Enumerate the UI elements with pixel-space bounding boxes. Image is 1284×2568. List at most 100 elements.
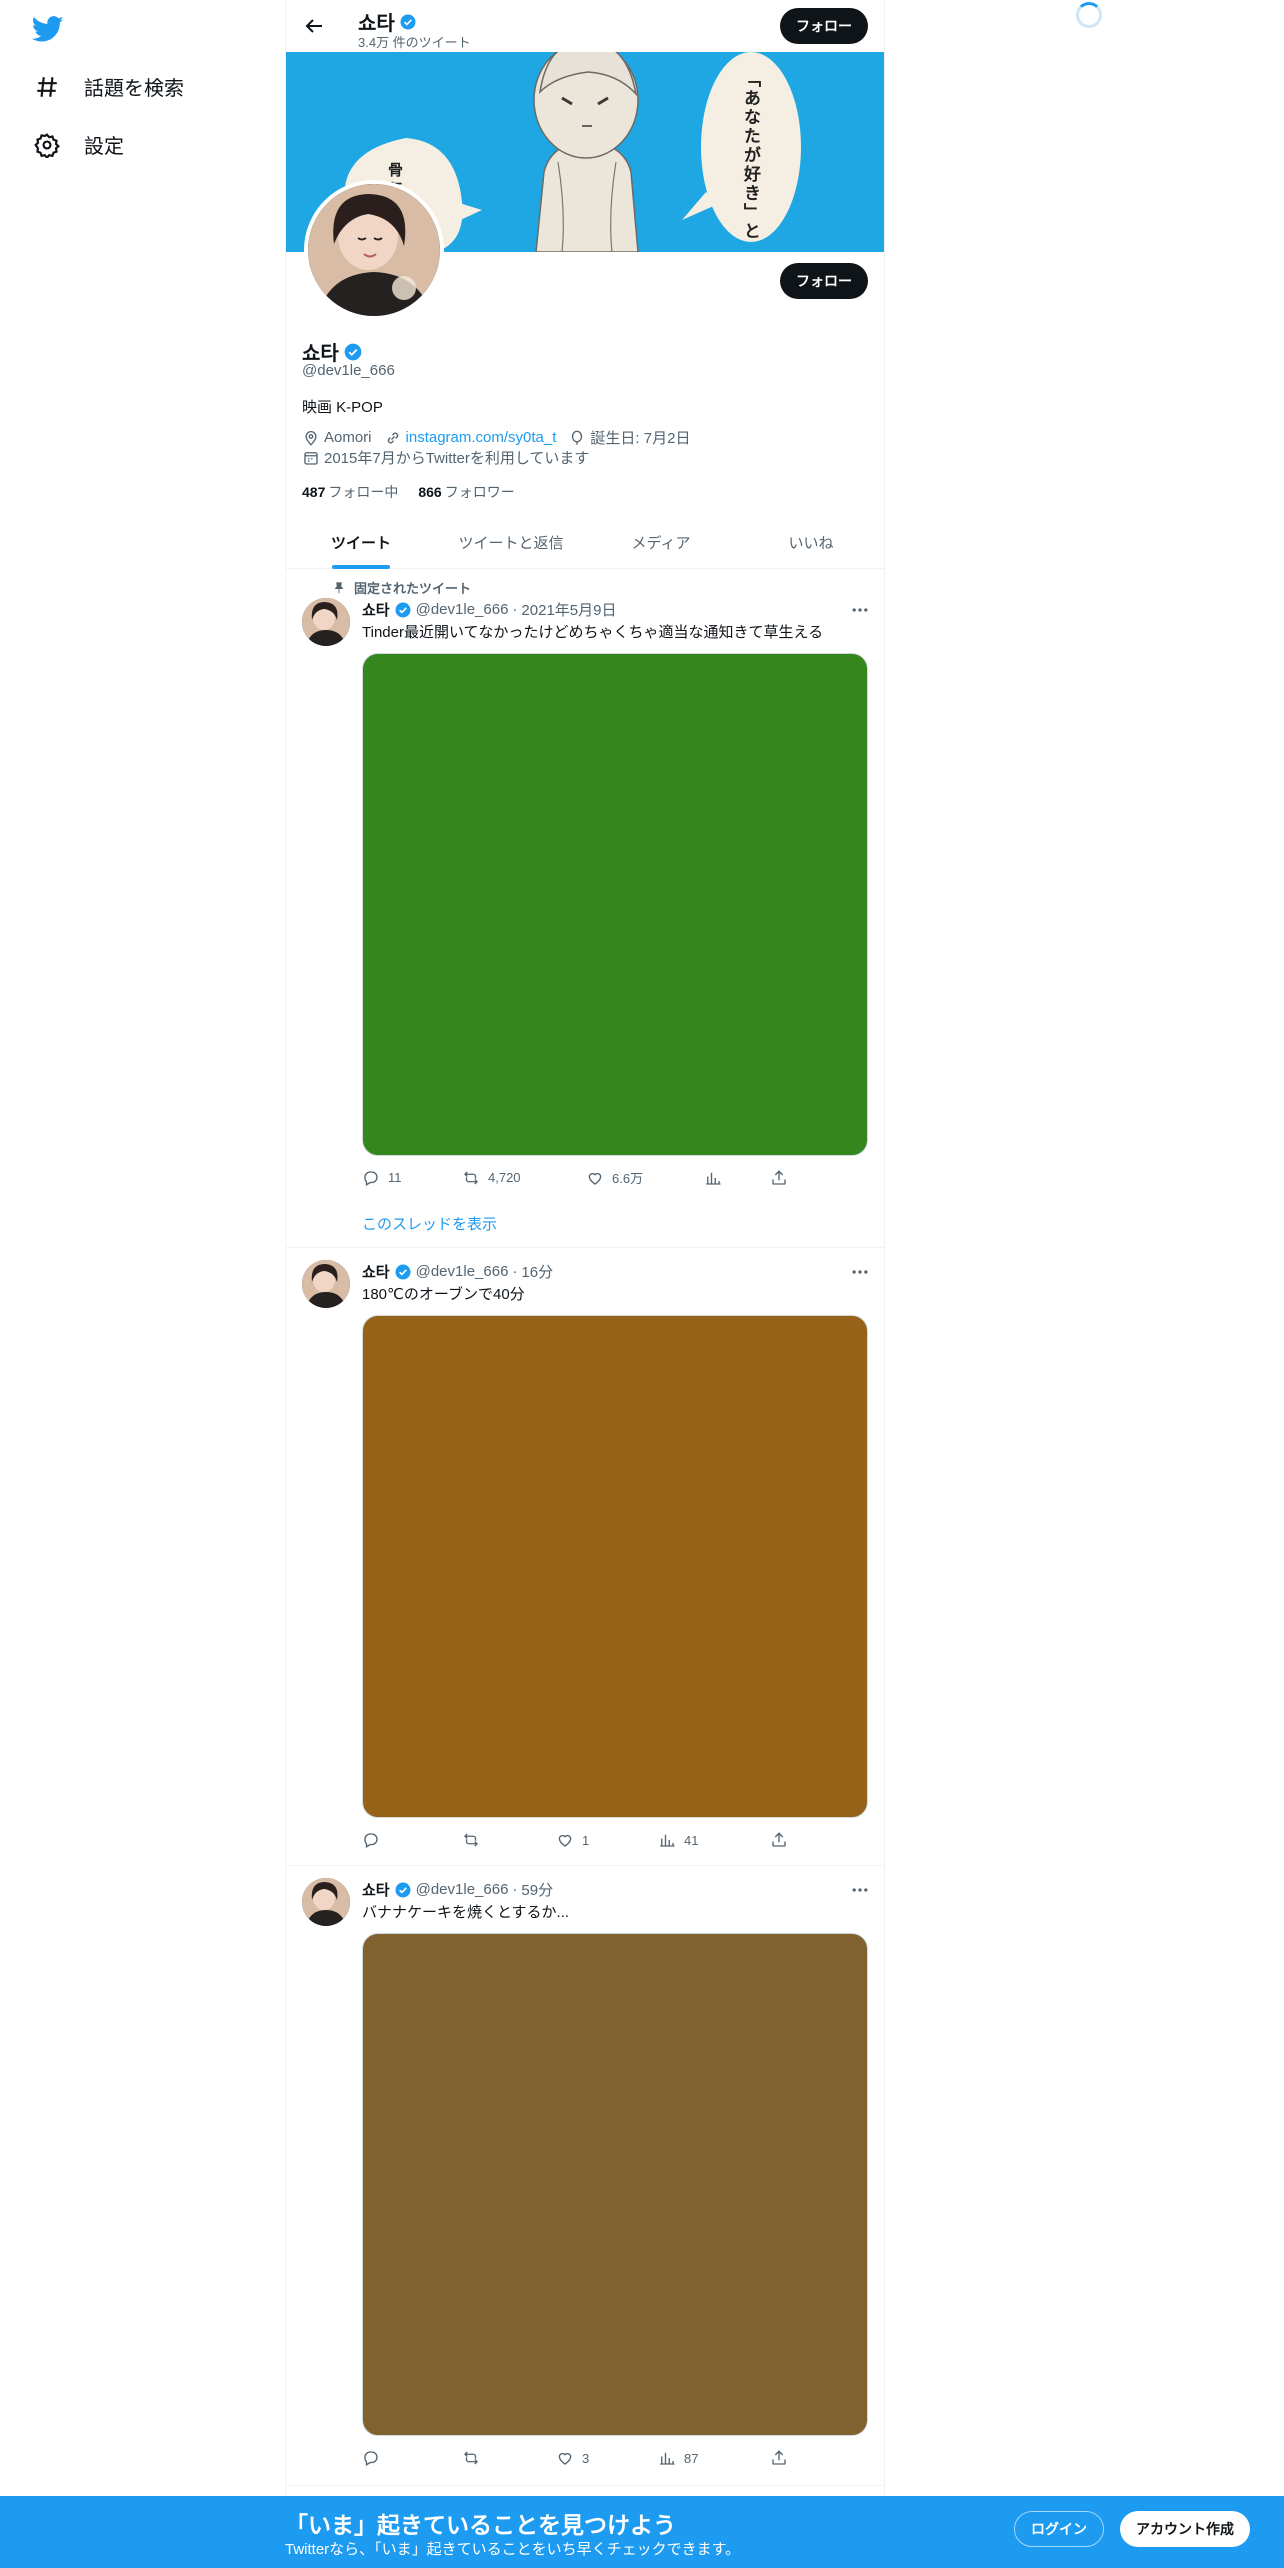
verified-badge-icon bbox=[344, 343, 362, 360]
nav-settings[interactable]: 設定 bbox=[34, 130, 124, 159]
tweet-text: バナナケーキを焼くとするか... bbox=[362, 1904, 570, 1921]
signup-banner: 「いま」起きていることを見つけよう Twitterなら、「いま」起きていることを… bbox=[0, 2496, 1284, 2568]
avatar-photo bbox=[302, 598, 350, 646]
retweet-button[interactable] bbox=[462, 2449, 556, 2467]
pinned-indicator: 固定されたツイート bbox=[332, 578, 471, 597]
view-count: 87 bbox=[684, 2450, 699, 2466]
signup-banner-title: 「いま」起きていることを見つけよう bbox=[285, 2512, 676, 2538]
reply-button[interactable] bbox=[362, 2449, 462, 2467]
nav-explore-label: 話題を検索 bbox=[84, 78, 184, 100]
tab-likes[interactable]: いいね bbox=[736, 516, 884, 568]
birthday: 誕生日: 7月2日 bbox=[568, 427, 690, 448]
dot-separator: · bbox=[512, 601, 518, 618]
tweet-media[interactable] bbox=[362, 1933, 868, 2436]
share-button[interactable] bbox=[770, 2449, 788, 2467]
tab-media[interactable]: メディア bbox=[586, 516, 736, 568]
banner-bubble-right-text: 「あなたが好き」と bbox=[741, 70, 760, 241]
views-button[interactable]: 87 bbox=[658, 2449, 770, 2467]
retweet-icon bbox=[464, 2451, 478, 2465]
back-arrow-icon[interactable] bbox=[302, 14, 326, 38]
tweet-card[interactable]: 쇼타 @dev1le_666 · 59分 バナナケーキを焼くとするか... 3 bbox=[286, 1866, 884, 2486]
tweet-header: 쇼타 @dev1le_666 · 16分 bbox=[362, 1261, 553, 1282]
like-button[interactable]: 3 bbox=[556, 2449, 658, 2467]
left-nav: 話題を検索 設定 bbox=[0, 0, 285, 2568]
more-icon[interactable] bbox=[850, 1262, 870, 1282]
tweet-author-name[interactable]: 쇼타 bbox=[362, 1879, 390, 1900]
tweet-card[interactable]: 쇼타 @dev1le_666 · 16分 180℃のオーブンで40分 1 41 bbox=[286, 1248, 884, 1866]
tweet-text: Tinder最近開いてなかったけどめちゃくちゃ適当な通知きて草生える bbox=[362, 624, 824, 641]
tweet-time[interactable]: 16分 bbox=[521, 1261, 553, 1282]
followers-count: 866 bbox=[418, 484, 442, 500]
location: Aomori bbox=[302, 429, 372, 447]
tweet-header: 쇼타 @dev1le_666 · 59分 bbox=[362, 1879, 553, 1900]
calendar-icon bbox=[304, 451, 318, 465]
retweet-icon bbox=[464, 1171, 478, 1184]
profile-avatar[interactable] bbox=[304, 180, 444, 320]
following-link[interactable]: 487 フォロー中 bbox=[302, 482, 398, 502]
share-icon bbox=[772, 1169, 786, 1185]
profile-handle: @dev1le_666 bbox=[302, 362, 395, 379]
website-link[interactable]: instagram.com/sy0ta_t bbox=[406, 429, 557, 446]
views-chart-icon bbox=[660, 2452, 675, 2465]
tweet-handle[interactable]: @dev1le_666 bbox=[416, 1881, 509, 1898]
tweet-avatar[interactable] bbox=[302, 1260, 350, 1308]
tweet-avatar[interactable] bbox=[302, 1878, 350, 1926]
location-pin-icon bbox=[305, 430, 317, 446]
like-button[interactable]: 1 bbox=[556, 1831, 658, 1849]
tweet-actions: 3 87 bbox=[362, 2449, 788, 2467]
tweet-actions: 11 4,720 6.6万 bbox=[362, 1168, 788, 1187]
tab-tweets[interactable]: ツイート bbox=[286, 516, 436, 568]
tweet-media[interactable] bbox=[362, 653, 868, 1156]
views-button[interactable]: 41 bbox=[658, 1831, 770, 1849]
signup-banner-subtitle: Twitterなら、「いま」起きていることをいち早くチェックできます。 bbox=[285, 2541, 741, 2558]
tweet-text: 180℃のオーブンで40分 bbox=[362, 1286, 525, 1303]
nav-explore[interactable]: 話題を検索 bbox=[34, 72, 184, 101]
views-chart-icon bbox=[660, 1834, 675, 1847]
tweet-header: 쇼타 @dev1le_666 · 2021年5月9日 bbox=[362, 599, 616, 620]
verified-badge-icon bbox=[395, 602, 411, 617]
more-icon[interactable] bbox=[850, 1880, 870, 1900]
follow-stats: 487 フォロー中 866 フォロワー bbox=[302, 482, 515, 502]
retweet-count: 4,720 bbox=[488, 1170, 521, 1185]
pin-icon bbox=[334, 581, 344, 593]
tweet-media[interactable] bbox=[362, 1315, 868, 1818]
location-text: Aomori bbox=[324, 429, 372, 446]
more-icon[interactable] bbox=[850, 600, 870, 620]
tweet-time[interactable]: 2021年5月9日 bbox=[521, 599, 616, 620]
heart-icon bbox=[558, 2452, 572, 2465]
twitter-bird-icon[interactable] bbox=[32, 13, 64, 45]
retweet-button[interactable]: 4,720 bbox=[462, 1168, 586, 1187]
tab-tweets-and-replies[interactable]: ツイートと返信 bbox=[436, 516, 586, 568]
tweet-time[interactable]: 59分 bbox=[521, 1879, 553, 1900]
followers-link[interactable]: 866 フォロワー bbox=[418, 482, 514, 502]
login-button[interactable]: ログイン bbox=[1014, 2511, 1104, 2547]
tweet-author-name[interactable]: 쇼타 bbox=[362, 599, 390, 620]
verified-badge-icon bbox=[395, 1882, 411, 1897]
link-icon bbox=[387, 432, 398, 443]
tweet-handle[interactable]: @dev1le_666 bbox=[416, 601, 509, 618]
like-button[interactable]: 6.6万 bbox=[586, 1168, 704, 1187]
header-follow-button[interactable]: フォロー bbox=[780, 8, 868, 44]
tweet-author-name[interactable]: 쇼타 bbox=[362, 1261, 390, 1282]
retweet-button[interactable] bbox=[462, 1831, 556, 1849]
signup-button[interactable]: アカウント作成 bbox=[1120, 2511, 1250, 2547]
following-count: 487 bbox=[302, 484, 326, 500]
like-count: 3 bbox=[582, 2450, 590, 2466]
views-button[interactable] bbox=[704, 1168, 770, 1187]
verified-badge-icon bbox=[400, 14, 416, 29]
gear-icon bbox=[34, 132, 60, 158]
share-button[interactable] bbox=[770, 1831, 788, 1849]
tweet-avatar[interactable] bbox=[302, 598, 350, 646]
joined-text: 2015年7月からTwitterを利用しています bbox=[324, 450, 590, 467]
tweet-card[interactable]: 固定されたツイート 쇼타 @dev1le_666 · 2021年5月9日 Tin… bbox=[286, 570, 884, 1248]
profile-follow-button[interactable]: フォロー bbox=[780, 263, 868, 299]
show-thread-link[interactable]: このスレッドを表示 bbox=[362, 1213, 497, 1234]
avatar-photo bbox=[302, 1878, 350, 1926]
reply-button[interactable]: 11 bbox=[362, 1168, 462, 1187]
nav-settings-label: 設定 bbox=[84, 136, 124, 158]
reply-button[interactable] bbox=[362, 1831, 462, 1849]
share-icon bbox=[772, 2450, 786, 2465]
tweet-handle[interactable]: @dev1le_666 bbox=[416, 1263, 509, 1280]
loading-spinner-icon bbox=[1076, 2, 1102, 28]
share-button[interactable] bbox=[770, 1168, 788, 1187]
